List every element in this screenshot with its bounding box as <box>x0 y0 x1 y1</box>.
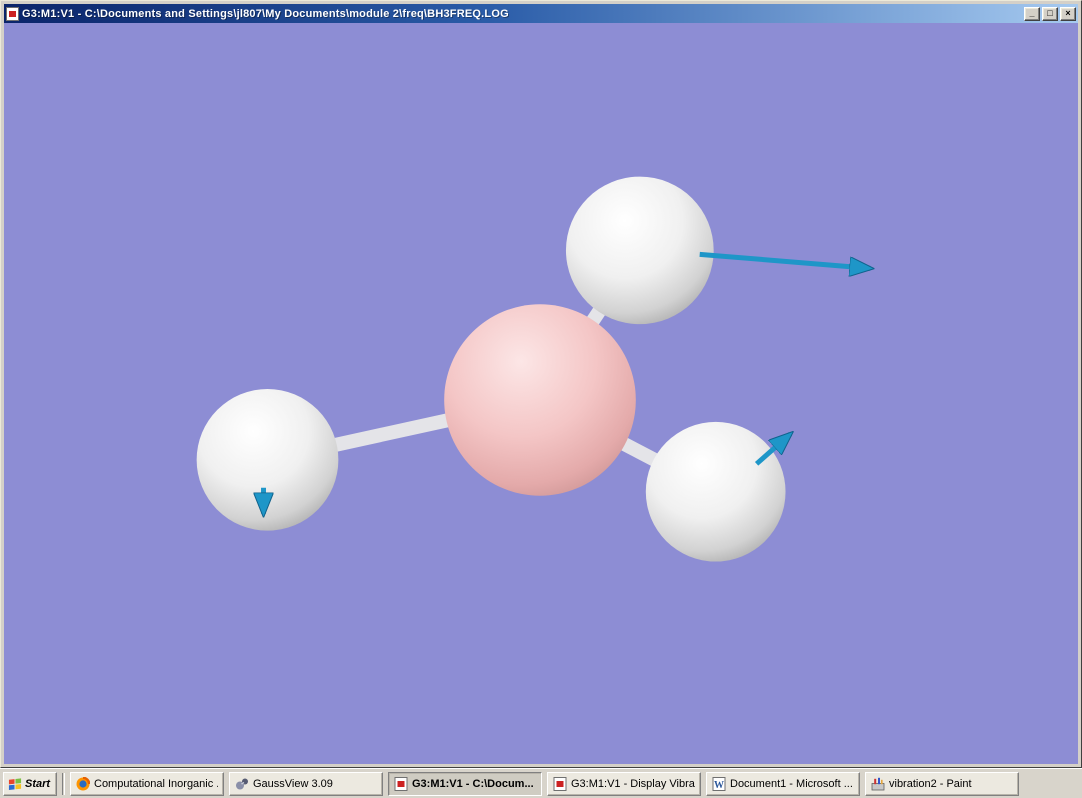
atom-H <box>197 389 339 531</box>
close-button[interactable]: × <box>1060 7 1076 21</box>
taskbar-item-display-vibrations[interactable]: G3:M1:V1 - Display Vibra... <box>547 772 701 796</box>
window-controls: _ □ × <box>1024 7 1076 21</box>
minimize-button[interactable]: _ <box>1024 7 1040 21</box>
taskbar-item-browser[interactable]: Computational Inorganic ... <box>70 772 224 796</box>
taskbar-item-label: Document1 - Microsoft ... <box>730 778 853 790</box>
firefox-icon <box>76 777 90 791</box>
maximize-button[interactable]: □ <box>1042 7 1058 21</box>
gaussview-window: G3:M1:V1 - C:\Documents and Settings\jl8… <box>0 0 1082 768</box>
taskbar: Start Computational Inorganic ... GaussV… <box>0 768 1082 798</box>
gaussview-document-icon <box>394 777 408 791</box>
taskbar-item-word[interactable]: W Document1 - Microsoft ... <box>706 772 860 796</box>
taskbar-separator <box>62 773 65 795</box>
svg-text:W: W <box>714 780 724 791</box>
taskbar-item-label: GaussView 3.09 <box>253 778 333 790</box>
gaussview-document-icon <box>553 777 567 791</box>
molecule-viewport <box>4 23 1078 764</box>
taskbar-item-gaussview-model[interactable]: G3:M1:V1 - C:\Docum... <box>388 772 542 796</box>
gaussview-icon <box>235 777 249 791</box>
gaussview-document-icon[interactable] <box>6 7 19 21</box>
windows-logo-icon <box>8 777 22 791</box>
atom-B <box>444 304 636 495</box>
molecule-canvas[interactable] <box>4 23 1078 764</box>
start-label: Start <box>25 778 50 790</box>
taskbar-item-paint[interactable]: vibration2 - Paint <box>865 772 1019 796</box>
taskbar-item-label: G3:M1:V1 - C:\Docum... <box>412 778 534 790</box>
window-title: G3:M1:V1 - C:\Documents and Settings\jl8… <box>22 8 1021 20</box>
taskbar-item-gaussview[interactable]: GaussView 3.09 <box>229 772 383 796</box>
atom-H <box>646 422 786 562</box>
word-icon: W <box>712 777 726 791</box>
taskbar-item-label: Computational Inorganic ... <box>94 778 218 790</box>
atom-H <box>566 177 714 325</box>
vibration-vector <box>700 254 871 268</box>
start-button[interactable]: Start <box>3 772 57 796</box>
titlebar[interactable]: G3:M1:V1 - C:\Documents and Settings\jl8… <box>4 4 1078 23</box>
taskbar-item-label: vibration2 - Paint <box>889 778 972 790</box>
taskbar-item-label: G3:M1:V1 - Display Vibra... <box>571 778 695 790</box>
paint-icon <box>871 777 885 791</box>
